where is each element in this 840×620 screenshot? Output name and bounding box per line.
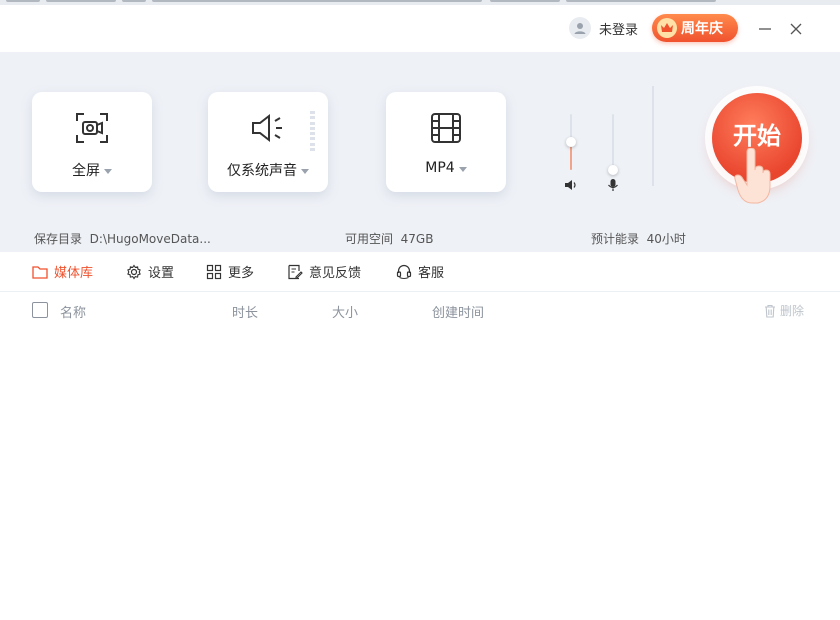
microphone-icon [608, 179, 618, 191]
select-all-checkbox[interactable] [32, 302, 48, 318]
save-directory-label: 保存目录 [34, 232, 83, 246]
system-volume-handle[interactable] [566, 137, 576, 147]
film-icon [386, 108, 506, 148]
microphone-volume-handle[interactable] [608, 165, 618, 175]
tab-customer-service-label: 客服 [418, 266, 445, 281]
estimated-duration-label: 预计能录 [591, 232, 640, 246]
folder-icon [32, 265, 48, 279]
close-icon [790, 23, 802, 35]
free-space-value: 47GB [400, 232, 434, 246]
system-volume-slider[interactable] [561, 108, 581, 198]
close-button[interactable] [782, 15, 810, 43]
delete-button[interactable]: 删除 [764, 302, 804, 319]
microphone-volume-slider[interactable] [603, 108, 623, 198]
format-label: MP4 [425, 160, 455, 176]
tab-feedback[interactable]: 意见反馈 [287, 262, 361, 281]
headset-icon [396, 264, 412, 279]
panel-divider [652, 86, 654, 186]
user-avatar-icon [569, 17, 591, 39]
chevron-down-icon [301, 168, 309, 174]
tab-customer-service[interactable]: 客服 [396, 262, 444, 281]
volume-icon [565, 180, 576, 190]
media-list [0, 327, 840, 620]
column-size[interactable]: 大小 [332, 302, 358, 321]
format-card[interactable]: MP4 [386, 92, 506, 192]
tab-bar: 媒体库 设置 更多 意见反馈 客服 [0, 252, 840, 292]
save-directory[interactable]: 保存目录 D:\HugoMoveData... [34, 230, 211, 247]
login-status-label: 未登录 [599, 22, 639, 38]
recording-control-panel: 全屏 仅系统声音 MP4 开始 保存目录 D:\HugoMoveData... … [0, 52, 840, 252]
tab-media-library-label: 媒体库 [54, 266, 94, 281]
tab-feedback-label: 意见反馈 [309, 266, 362, 281]
free-space-label: 可用空间 [345, 232, 394, 246]
tab-settings[interactable]: 设置 [126, 262, 174, 281]
column-name[interactable]: 名称 [60, 302, 86, 321]
save-directory-value: D:\HugoMoveData... [89, 232, 211, 246]
start-recording-label: 开始 [733, 121, 781, 150]
minimize-icon [759, 28, 771, 30]
screen-capture-icon [32, 108, 152, 148]
pointing-hand-icon [734, 148, 771, 204]
estimated-duration: 预计能录 40小时 [591, 230, 686, 247]
feedback-icon [288, 264, 303, 279]
media-list-header: 名称 时长 大小 创建时间 删除 [0, 293, 840, 327]
column-duration[interactable]: 时长 [232, 302, 258, 321]
estimated-duration-value: 40小时 [646, 232, 686, 246]
source-audio-card[interactable]: 仅系统声音 [208, 92, 328, 192]
crown-icon [657, 18, 677, 38]
anniversary-button[interactable]: 周年庆 [652, 14, 738, 42]
login-status[interactable]: 未登录 [569, 17, 638, 39]
title-bar: 未登录 周年庆 [0, 5, 840, 52]
source-audio-label: 仅系统声音 [227, 163, 297, 179]
column-created-time[interactable]: 创建时间 [432, 302, 484, 321]
source-fullscreen-label: 全屏 [72, 163, 100, 179]
tab-settings-label: 设置 [148, 266, 175, 281]
grid-icon [206, 264, 222, 279]
gear-icon [127, 264, 141, 279]
anniversary-label: 周年庆 [681, 21, 723, 37]
delete-label: 删除 [780, 304, 805, 318]
tab-more[interactable]: 更多 [206, 262, 254, 281]
free-space: 可用空间 47GB [345, 230, 433, 247]
audio-level-meter [310, 111, 316, 151]
chevron-down-icon [458, 166, 467, 172]
tab-more-label: 更多 [228, 266, 255, 281]
trash-icon [765, 304, 775, 318]
app-window: 未登录 周年庆 全屏 仅系统声音 MP4 开始 保存目录 D:\HugoMove… [0, 0, 840, 620]
minimize-button[interactable] [751, 15, 779, 43]
tab-media-library[interactable]: 媒体库 [32, 262, 93, 281]
source-fullscreen-card[interactable]: 全屏 [32, 92, 152, 192]
chevron-down-icon [104, 168, 112, 174]
